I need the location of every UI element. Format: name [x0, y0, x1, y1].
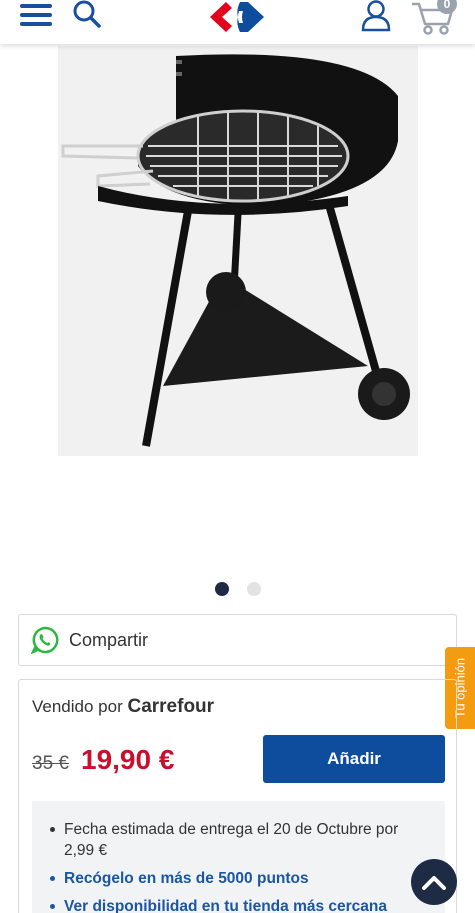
- carousel-dots: [0, 582, 475, 596]
- search-icon[interactable]: [72, 0, 102, 28]
- chevron-up-icon: [422, 876, 446, 890]
- sold-by: Vendido por Carrefour: [32, 696, 214, 718]
- purchase-panel: Vendido por Carrefour 35 € 19,90 € Añadi…: [18, 679, 457, 913]
- user-icon[interactable]: [360, 0, 392, 32]
- carousel-dot-1[interactable]: [214, 582, 229, 596]
- whatsapp-icon: [31, 626, 59, 654]
- product-image[interactable]: [58, 46, 418, 456]
- store-availability-link[interactable]: Ver disponibilidad en tu tienda más cerc…: [50, 896, 431, 913]
- old-price: 35 €: [32, 753, 69, 774]
- top-header: 0: [0, 0, 475, 44]
- delivery-date-text: Fecha estimada de entrega el 20 de Octub…: [50, 819, 431, 861]
- seller-name[interactable]: Carrefour: [127, 696, 214, 717]
- current-price: 19,90 €: [81, 744, 175, 775]
- menu-icon[interactable]: [20, 4, 52, 28]
- carrefour-logo[interactable]: [208, 0, 266, 34]
- share-button[interactable]: Compartir: [18, 614, 457, 666]
- add-to-cart-button[interactable]: Añadir: [263, 735, 445, 783]
- scroll-to-top-button[interactable]: [411, 859, 457, 905]
- share-label: Compartir: [69, 629, 149, 650]
- cart-count-badge: 0: [437, 0, 457, 14]
- carousel-dot-2[interactable]: [246, 582, 261, 596]
- delivery-info: Fecha estimada de entrega el 20 de Octub…: [32, 801, 445, 913]
- sold-by-prefix: Vendido por: [32, 697, 123, 716]
- pickup-points-link[interactable]: Recógelo en más de 5000 puntos: [50, 868, 431, 889]
